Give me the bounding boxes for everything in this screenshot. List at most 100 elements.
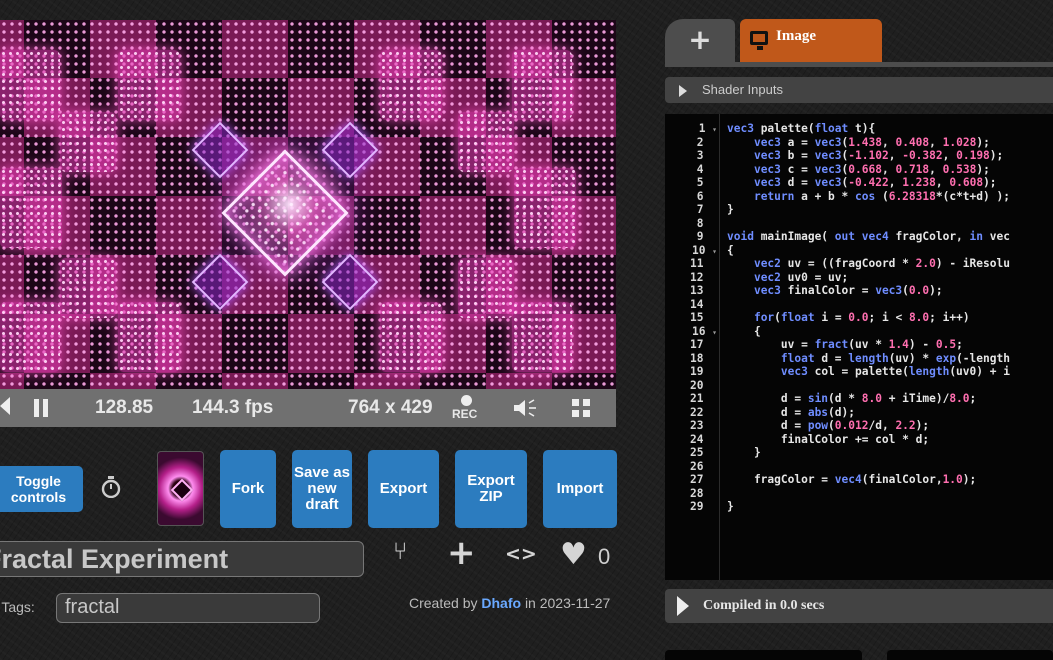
fps-display: 144.3 fps — [192, 397, 274, 418]
fullscreen-icon[interactable] — [572, 399, 590, 417]
line-number: 5 — [696, 176, 717, 189]
canvas-glow-tile — [60, 112, 116, 172]
add-tab-button[interactable]: + — [665, 19, 735, 63]
code-line[interactable] — [727, 217, 1010, 231]
tab-image[interactable]: Image — [740, 19, 882, 63]
like-count: 0 — [598, 544, 611, 569]
pause-icon[interactable] — [34, 399, 48, 417]
code-line[interactable]: vec3 palette(float t){ — [727, 122, 1010, 136]
canvas-glow-tile — [458, 112, 514, 172]
code-line[interactable]: } — [727, 500, 1010, 514]
code-line[interactable]: d = sin(d * 8.0 + iTime)/8.0; — [727, 392, 1010, 406]
heart-icon[interactable]: ♥ — [560, 537, 587, 572]
created-by-text: Created by Dhafo in 2023-11-27 — [409, 595, 610, 611]
compile-status-label: Compiled in 0.0 secs — [703, 598, 825, 613]
line-number: 11 — [690, 257, 717, 270]
code-line[interactable] — [727, 379, 1010, 393]
gutter-divider — [719, 114, 720, 580]
toggle-controls-button[interactable]: Toggle controls — [0, 466, 83, 512]
export-button[interactable]: Export — [368, 450, 439, 528]
shader-inputs-label: Shader Inputs — [702, 82, 783, 97]
canvas-glow-tile — [0, 168, 62, 248]
volume-icon[interactable] — [512, 398, 538, 418]
tags-label: 6, Tags: — [0, 599, 35, 615]
line-number: 16 ▾ — [691, 324, 717, 338]
code-line[interactable]: } — [727, 203, 1010, 217]
code-line[interactable]: uv = fract(uv * 1.4) - 0.5; — [727, 338, 1010, 352]
code-line[interactable]: float d = length(uv) * exp(-length — [727, 352, 1010, 366]
canvas-glow-tile — [0, 50, 60, 120]
code-line[interactable]: vec2 uv = ((fragCoord * 2.0) - iResolu — [727, 257, 1010, 271]
line-number: 28 — [690, 486, 717, 500]
canvas-glow-tile — [512, 50, 572, 120]
canvas-glow-tile — [458, 258, 514, 318]
import-button[interactable]: Import — [543, 450, 617, 528]
canvas-violet-shape — [191, 121, 249, 179]
line-number: 21 — [690, 392, 717, 405]
code-line[interactable]: finalColor += col * d; — [727, 433, 1010, 447]
created-by-prefix: Created by — [409, 595, 478, 611]
line-number: 20 — [690, 378, 717, 392]
tab-image-label: Image — [776, 28, 816, 44]
code-line[interactable]: vec3 col = palette(length(uv0) + i — [727, 365, 1010, 379]
line-number: 26 — [690, 459, 717, 473]
canvas-glow-tile — [380, 302, 442, 372]
code-line[interactable]: for(float i = 0.0; i < 8.0; i++) — [727, 311, 1010, 325]
code-line[interactable] — [727, 487, 1010, 501]
shader-canvas[interactable] — [0, 20, 616, 389]
expand-arrow-icon — [679, 85, 687, 97]
line-number: 12 — [690, 270, 717, 284]
code-line[interactable]: return a + b * cos (6.28318*(c*t+d) ); — [727, 190, 1010, 204]
code-line[interactable]: } — [727, 446, 1010, 460]
export-zip-button[interactable]: Export ZIP — [455, 450, 527, 528]
record-icon[interactable]: REC — [452, 395, 482, 423]
canvas-center-diamond — [221, 149, 349, 277]
code-line[interactable] — [727, 460, 1010, 474]
canvas-glow-tile — [380, 50, 442, 120]
tags-field[interactable]: fractal — [56, 593, 320, 623]
code-line[interactable]: vec2 uv0 = uv; — [727, 271, 1010, 285]
line-number: 19 — [690, 365, 717, 378]
shader-inputs-toggle[interactable]: Shader Inputs — [665, 77, 1053, 103]
line-number: 8 — [696, 216, 717, 230]
code-line[interactable]: vec3 a = vec3(1.438, 0.408, 1.028); — [727, 136, 1010, 150]
code-line[interactable]: void mainImage( out vec4 fragColor, in v… — [727, 230, 1010, 244]
record-dot — [461, 395, 472, 406]
code-line[interactable]: vec3 d = vec3(-0.422, 1.238, 0.608); — [727, 176, 1010, 190]
canvas-glow-tile — [118, 302, 180, 372]
code-editor[interactable]: 1 ▾ 2 3 4 5 6 7 8 9 10 ▾ 11 12 13 14 15 16… — [665, 114, 1053, 580]
code-line[interactable]: { — [727, 325, 1010, 339]
code-text[interactable]: vec3 palette(float t){ vec3 a = vec3(1.4… — [727, 122, 1010, 514]
canvas-glow-tile — [118, 50, 180, 120]
canvas-glow-tile — [514, 168, 576, 248]
player-controls-bar: 128.85 144.3 fps 764 x 429 REC — [0, 389, 616, 427]
save-as-new-draft-button[interactable]: Save as new draft — [292, 450, 352, 528]
line-number: 2 — [696, 135, 717, 149]
line-number-gutter: 1 ▾ 2 3 4 5 6 7 8 9 10 ▾ 11 12 13 14 15 16… — [665, 122, 717, 514]
embed-icon[interactable]: <> — [505, 543, 537, 565]
shader-thumbnail[interactable] — [157, 451, 204, 526]
stopwatch-icon[interactable] — [101, 476, 121, 498]
code-line[interactable]: vec3 finalColor = vec3(0.0); — [727, 284, 1010, 298]
line-number: 24 — [690, 432, 717, 446]
fork-icon[interactable]: ⑂ — [393, 537, 407, 565]
line-number: 27 — [690, 473, 717, 486]
code-line[interactable]: vec3 b = vec3(-1.102, -0.382, 0.198); — [727, 149, 1010, 163]
code-line[interactable]: d = pow(0.012/d, 2.2); — [727, 419, 1010, 433]
line-number: 22 — [690, 405, 717, 419]
line-number: 13 — [690, 284, 717, 297]
add-icon[interactable]: + — [447, 533, 476, 573]
code-line[interactable]: d = abs(d); — [727, 406, 1010, 420]
resolution-display: 764 x 429 — [348, 397, 433, 418]
author-link[interactable]: Dhafo — [481, 595, 521, 611]
compile-play-icon[interactable] — [677, 596, 689, 616]
compile-status-bar[interactable]: Compiled in 0.0 secs — [665, 589, 1053, 623]
code-line[interactable] — [727, 298, 1010, 312]
code-line[interactable]: fragColor = vec4(finalColor,1.0); — [727, 473, 1010, 487]
time-display: 128.85 — [95, 397, 154, 418]
shader-title-field[interactable]: Fractal Experiment — [0, 541, 364, 577]
code-line[interactable]: { — [727, 244, 1010, 258]
rewind-icon[interactable] — [0, 397, 10, 415]
code-line[interactable]: vec3 c = vec3(0.668, 0.718, 0.538); — [727, 163, 1010, 177]
fork-button[interactable]: Fork — [220, 450, 276, 528]
